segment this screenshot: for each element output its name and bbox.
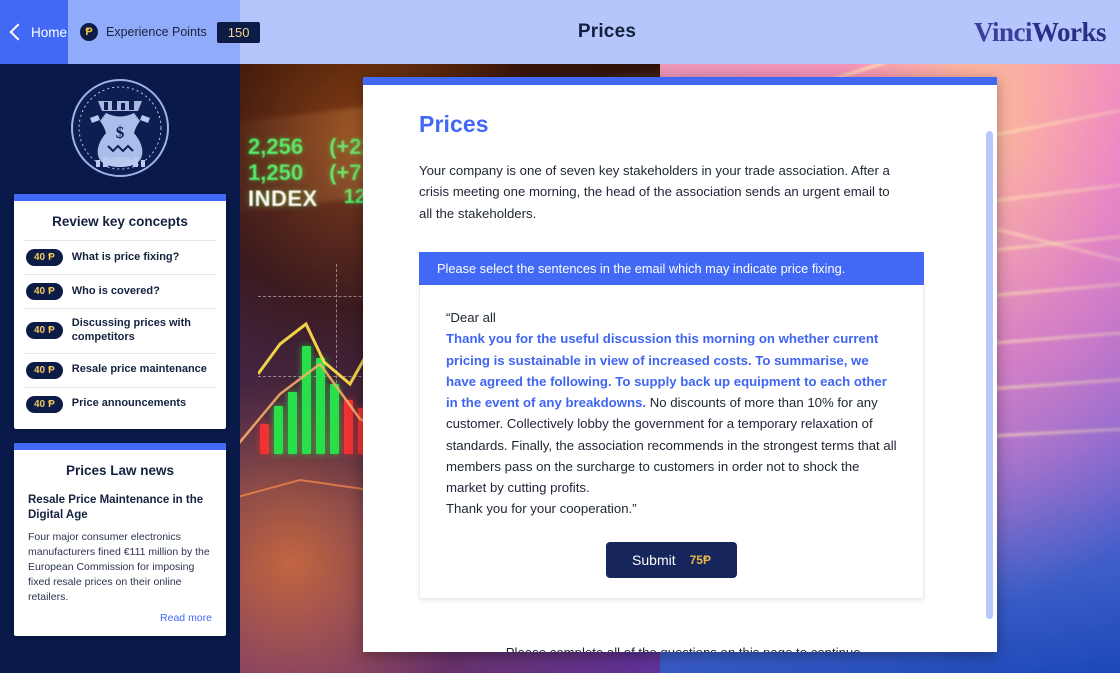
concept-label: What is price fixing? — [71, 250, 180, 263]
home-button[interactable]: Home — [0, 0, 68, 64]
intro-paragraph: Your company is one of seven key stakeho… — [419, 163, 890, 221]
page-title: Prices — [419, 111, 489, 137]
points-badge: 40 Ᵽ — [26, 361, 63, 379]
points-badge-currency: Ᵽ — [48, 364, 55, 376]
points-coin-glyph: Ᵽ — [85, 26, 93, 38]
panel-accent-bar — [14, 194, 226, 201]
home-label: Home — [31, 24, 68, 40]
concept-label: Who is covered? — [71, 284, 160, 297]
submit-button[interactable]: Submit 75Ᵽ — [606, 541, 737, 578]
review-key-concepts-panel: Review key concepts 40 Ᵽ What is price fi… — [14, 194, 226, 429]
chevron-left-icon — [9, 23, 27, 41]
concept-label: Price announcements — [71, 397, 187, 410]
concept-item-price-announcements[interactable]: 40 Ᵽ Price announcements — [24, 386, 216, 421]
concept-item-resale-price-maintenance[interactable]: 40 Ᵽ Resale price maintenance — [24, 352, 216, 387]
points-badge-value: 40 — [34, 286, 46, 297]
news-panel-title: Prices Law news — [65, 462, 175, 478]
points-badge-currency: Ᵽ — [48, 252, 55, 263]
card-inner: Prices Your company is one of seven key … — [363, 85, 997, 652]
news-body: Resale Price Maintenance in the Digital … — [14, 489, 226, 636]
points-badge-currency: Ᵽ — [48, 286, 55, 297]
card-accent-bar — [363, 77, 997, 85]
points-badge-value: 40 — [34, 325, 46, 337]
points-coin-icon: Ᵽ — [80, 23, 98, 41]
course-emblem-money-bag-icon: $ — [68, 76, 172, 180]
points-badge: 40 Ᵽ — [26, 395, 63, 413]
concept-item-what-is-price-fixing[interactable]: 40 Ᵽ What is price fixing? — [24, 240, 216, 274]
question-prompt: Please select the sentences in the email… — [419, 252, 924, 286]
news-headline: Resale Price Maintenance in the Digital … — [28, 493, 204, 521]
main-content-card: Prices Your company is one of seven key … — [363, 77, 997, 652]
points-badge: 40 Ᵽ — [26, 322, 63, 340]
points-badge-value: 40 — [34, 398, 46, 410]
submit-button-label: Submit — [632, 551, 676, 568]
brand-part-1: Vinci — [973, 16, 1033, 47]
points-badge-currency: Ᵽ — [48, 398, 55, 410]
email-body-text[interactable]: “Dear all Thank you for the useful discus… — [446, 307, 897, 520]
ticker-left-0: 2,256 — [248, 134, 304, 159]
points-badge-value: 40 — [34, 364, 46, 376]
completion-notice: Please complete all of the questions on … — [419, 645, 951, 652]
experience-points-label: Experience Points — [106, 25, 207, 39]
svg-text:$: $ — [116, 123, 125, 142]
email-answer-box: “Dear all Thank you for the useful discus… — [419, 285, 924, 599]
points-badge: 40 Ᵽ — [26, 249, 63, 266]
money-bag-emblem-svg: $ — [71, 79, 169, 177]
top-bar: Home Ᵽ Experience Points 150 Prices Vinc… — [0, 0, 1120, 64]
concepts-list: 40 Ᵽ What is price fixing? 40 Ᵽ Who is cov… — [14, 240, 226, 429]
email-sentence[interactable]: “Dear all — [446, 310, 496, 325]
email-sentence[interactable]: Thank you for your cooperation.” — [446, 501, 637, 516]
points-badge-currency: Ᵽ — [48, 325, 55, 337]
points-badge-value: 40 — [34, 252, 46, 263]
concept-label: Discussing prices with competitors — [71, 317, 191, 343]
prices-law-news-panel: Prices Law news Resale Price Maintenance… — [14, 442, 226, 636]
review-key-concepts-title: Review key concepts — [52, 214, 188, 229]
app-root: 2,256 (+22. 1,250 (+7.2 INDEX 12,25 — [0, 0, 1120, 673]
card-scrollbar[interactable] — [986, 131, 993, 652]
card-scrollbar-thumb[interactable] — [986, 131, 993, 619]
submit-cost-badge: 75Ᵽ — [689, 552, 711, 567]
left-sidebar: $ Review key concepts 40 Ᵽ What is price… — [0, 64, 240, 673]
brand-part-2: Works — [1031, 16, 1107, 47]
concept-item-who-is-covered[interactable]: 40 Ᵽ Who is covered? — [24, 274, 216, 308]
ticker-left-1: 1,250 — [248, 159, 304, 185]
ticker-index-label: INDEX — [248, 185, 318, 211]
question-block: Please select the sentences in the email… — [419, 252, 924, 599]
panel-accent-bar — [14, 442, 226, 450]
email-sentence[interactable]: Finally, the association recommends in t… — [446, 438, 897, 496]
concept-label: Resale price maintenance — [71, 363, 207, 376]
news-summary: Four major consumer electronics manufact… — [28, 531, 210, 603]
read-more-link[interactable]: Read more — [28, 612, 212, 624]
page-header-title: Prices — [577, 21, 637, 42]
concept-item-discussing-prices-with-competitors[interactable]: 40 Ᵽ Discussing prices with competitors — [24, 308, 216, 353]
vinciworks-logo: Vinci Works — [974, 0, 1120, 64]
points-badge: 40 Ᵽ — [26, 283, 63, 300]
experience-points-widget: Ᵽ Experience Points 150 — [68, 0, 261, 64]
submit-row: Submit 75Ᵽ — [446, 541, 897, 578]
